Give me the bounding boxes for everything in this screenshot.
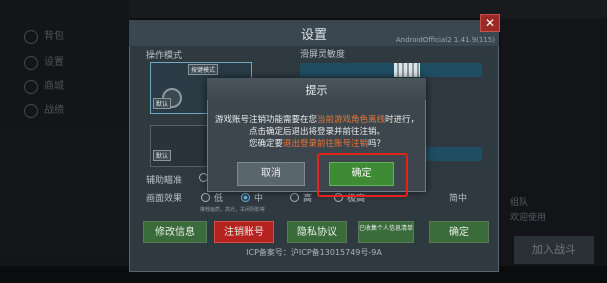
sensitivity-label: 滑屏灵敏度 xyxy=(300,50,346,60)
graphics-radio-mid[interactable] xyxy=(241,193,250,202)
graphics-extra: 简中 xyxy=(449,194,468,204)
cancel-account-button[interactable]: 注销账号 xyxy=(214,221,274,243)
aim-assist-label: 辅助瞄准 xyxy=(146,176,183,186)
prompt-message: 游戏账号注销功能需要在您当前游戏角色离线时进行， 点击确定后退出将登录并前往注销… xyxy=(212,114,422,150)
prompt-highlight-1: 当前游戏角色离线 xyxy=(316,115,385,125)
control-tag-a: 默认 xyxy=(153,98,172,109)
control-mode-label: 操作模式 xyxy=(146,51,183,61)
graphics-option-high: 高 xyxy=(303,194,313,204)
graphics-option-low: 低 xyxy=(214,194,224,204)
prompt-title: 提示 xyxy=(305,84,328,97)
confirm-highlight-frame xyxy=(317,153,408,197)
sensitivity-slider-1[interactable] xyxy=(300,63,482,77)
graphics-option-mid: 中 xyxy=(254,194,264,204)
graphics-radio-low[interactable] xyxy=(201,193,210,202)
privacy-button[interactable]: 隐私协议 xyxy=(287,221,347,243)
graphics-label: 画面效果 xyxy=(146,194,183,204)
prompt-line-2: 点击确定后退出将登录并前往注销。 xyxy=(248,127,385,137)
graphics-radio-high[interactable] xyxy=(290,193,299,202)
prompt-cancel-button[interactable]: 取消 xyxy=(237,162,305,186)
modify-info-button[interactable]: 修改信息 xyxy=(143,221,207,243)
prompt-highlight-2: 退出登录前往账号注销 xyxy=(282,139,368,149)
control-mode-tag: 按键模式 xyxy=(188,64,219,75)
personal-info-button[interactable]: 已收集个人信息清单 xyxy=(358,221,414,243)
close-button[interactable]: ✕ xyxy=(480,14,500,32)
icp-text: ICP备案号：沪ICP备13015749号-9A xyxy=(246,248,382,257)
prompt-line-1: 游戏账号注销功能需要在您当前游戏角色离线时进行， xyxy=(214,115,420,125)
control-tag-b: 默认 xyxy=(153,150,172,161)
sensitivity-slider-1-thumb[interactable] xyxy=(394,63,420,77)
prompt-line-3: 您确定要退出登录前往账号注销吗？ xyxy=(248,139,386,149)
graphics-note: 推荐画质，高光，关闭阴影等 xyxy=(200,207,266,213)
settings-confirm-button[interactable]: 确定 xyxy=(429,221,489,243)
version-text: AndroidOfficial2 1.41.9(115) xyxy=(395,36,495,44)
